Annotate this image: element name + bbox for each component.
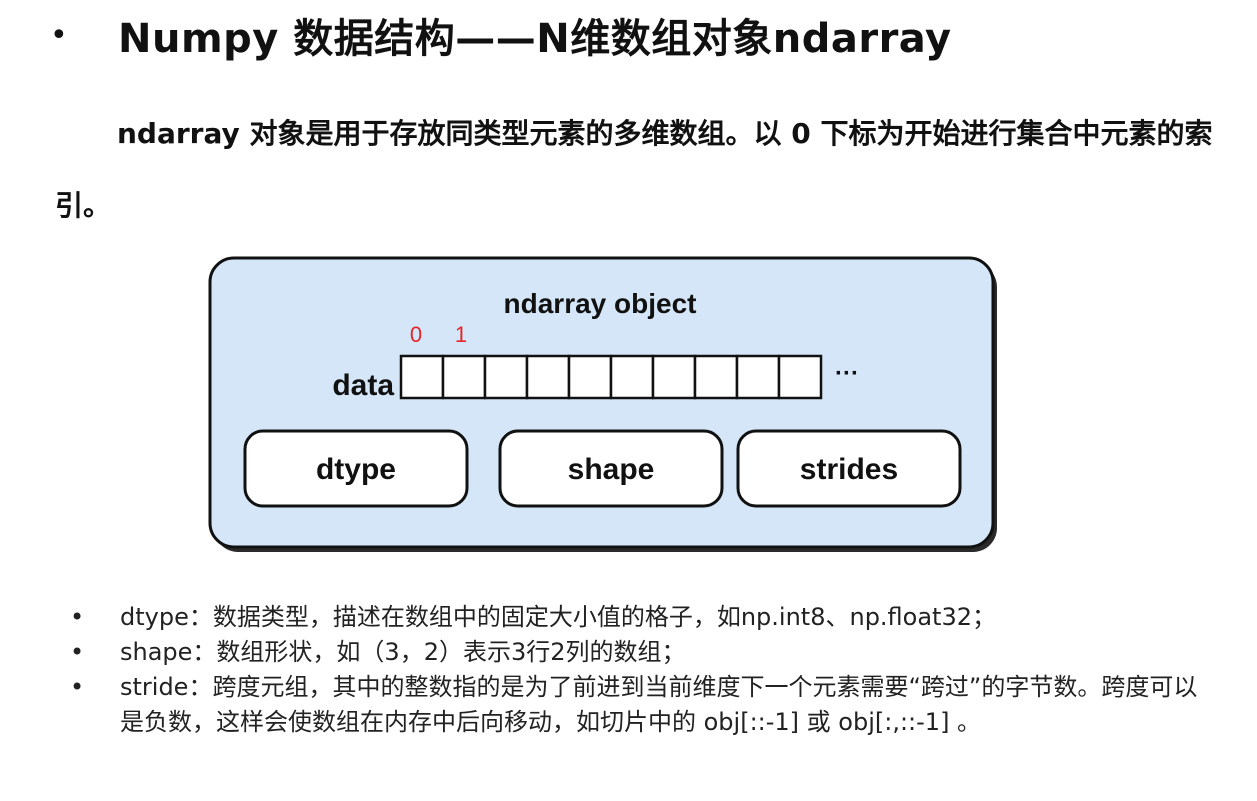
- data-ellipsis: ···: [835, 360, 859, 387]
- index-label-0: 0: [410, 322, 422, 347]
- index-label-1: 1: [455, 322, 467, 347]
- diagram-heading: ndarray object: [504, 288, 697, 319]
- title-text: Numpy 数据结构——N维数组对象ndarray: [118, 16, 952, 62]
- slide-title: • Numpy 数据结构——N维数组对象ndarray: [50, 5, 952, 65]
- shape-label: shape: [568, 453, 655, 486]
- data-cell: [735, 354, 781, 400]
- data-cell: [441, 354, 487, 400]
- bullet-dot: •: [70, 603, 85, 631]
- list-item-dtype: • dtype：数据类型，描述在数组中的固定大小值的格子，如np.int8、np…: [70, 600, 1210, 635]
- data-label: data: [332, 369, 394, 402]
- dtype-box: dtype: [243, 429, 469, 508]
- data-cell: [777, 354, 823, 400]
- strides-label: strides: [800, 453, 898, 486]
- intro-paragraph: ndarray 对象是用于存放同类型元素的多维数组。以 0 下标为开始进行集合中…: [55, 117, 1213, 222]
- dtype-label: dtype: [316, 453, 396, 486]
- list-item-text: dtype：数据类型，描述在数组中的固定大小值的格子，如np.int8、np.f…: [120, 603, 997, 631]
- ndarray-diagram: ndarray object 0 1 data ··· dtype shape …: [208, 256, 997, 552]
- strides-box: strides: [736, 429, 962, 508]
- list-item-stride: • stride：跨度元组，其中的整数指的是为了前进到当前维度下一个元素需要“跨…: [70, 670, 1210, 740]
- data-cell: [609, 354, 655, 400]
- list-item-text: stride：跨度元组，其中的整数指的是为了前进到当前维度下一个元素需要“跨过”…: [120, 673, 1198, 736]
- data-cell: [651, 354, 697, 400]
- data-cell: [567, 354, 613, 400]
- field-description-list: • dtype：数据类型，描述在数组中的固定大小值的格子，如np.int8、np…: [70, 600, 1210, 740]
- data-cell: [525, 354, 571, 400]
- data-cell: [399, 354, 445, 400]
- data-cells: [399, 354, 823, 400]
- title-bullet: •: [50, 17, 68, 53]
- data-cell: [483, 354, 529, 400]
- bullet-dot: •: [70, 673, 85, 701]
- list-item-text: shape：数组形状，如（3，2）表示3行2列的数组；: [120, 638, 686, 666]
- bullet-dot: •: [70, 638, 85, 666]
- data-cell: [693, 354, 739, 400]
- shape-box: shape: [498, 429, 724, 508]
- list-item-shape: • shape：数组形状，如（3，2）表示3行2列的数组；: [70, 635, 1210, 670]
